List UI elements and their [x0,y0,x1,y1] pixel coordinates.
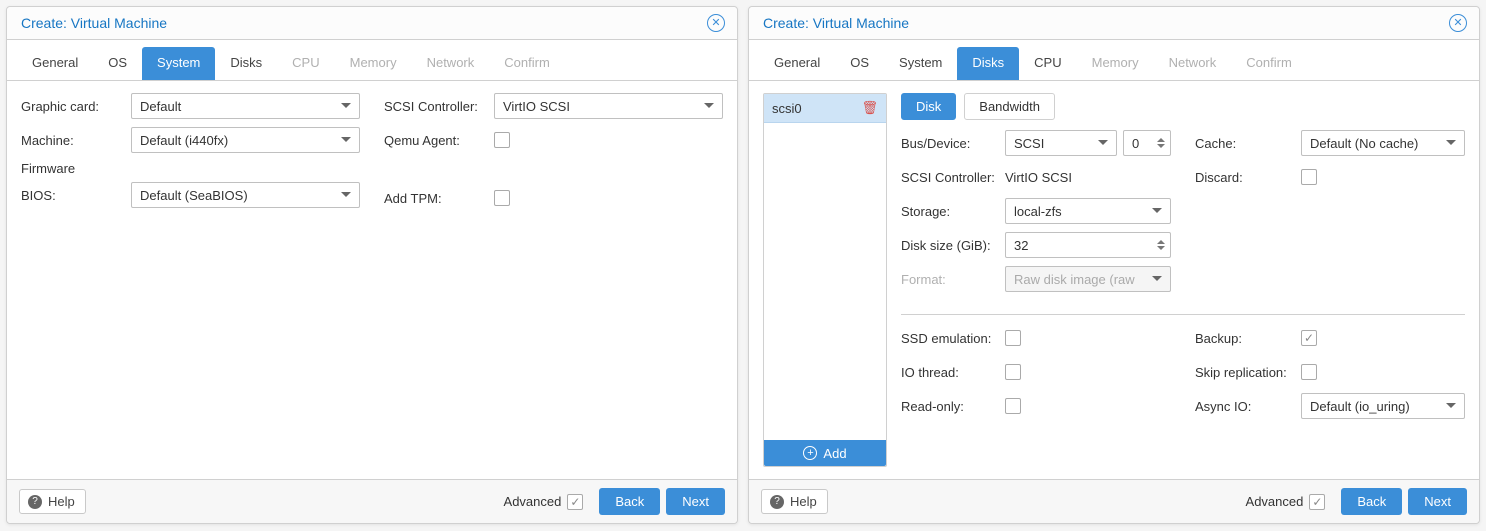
discard-label: Discard: [1195,170,1301,185]
plus-icon: + [803,446,817,460]
titlebar: Create: Virtual Machine ✕ [749,7,1479,40]
vm-create-window-disks: Create: Virtual Machine ✕ General OS Sys… [748,6,1480,524]
read-only-checkbox[interactable] [1005,398,1021,414]
storage-select[interactable]: local-zfs [1005,198,1171,224]
machine-select[interactable]: Default (i440fx) [131,127,360,153]
advanced-toggle[interactable]: Advanced [504,494,584,510]
tab-general[interactable]: General [17,47,93,80]
divider [901,314,1465,315]
subtab-disk[interactable]: Disk [901,93,956,120]
footer: ? Help Advanced Back Next [7,479,737,523]
titlebar: Create: Virtual Machine ✕ [7,7,737,40]
add-tpm-checkbox[interactable] [494,190,510,206]
window-title: Create: Virtual Machine [763,15,909,31]
window-title: Create: Virtual Machine [21,15,167,31]
bios-label: BIOS: [21,188,131,203]
qemu-agent-checkbox[interactable] [494,132,510,148]
disk-size-input[interactable]: 32 [1005,232,1171,258]
graphic-card-select[interactable]: Default [131,93,360,119]
cache-select[interactable]: Default (No cache) [1301,130,1465,156]
vm-create-window-system: Create: Virtual Machine ✕ General OS Sys… [6,6,738,524]
tab-os[interactable]: OS [835,47,884,80]
help-icon: ? [770,495,784,509]
back-button[interactable]: Back [1341,488,1402,515]
advanced-checkbox[interactable] [1309,494,1325,510]
tab-os[interactable]: OS [93,47,142,80]
add-tpm-label: Add TPM: [384,191,494,206]
tab-confirm: Confirm [1231,47,1307,80]
backup-label: Backup: [1195,331,1301,346]
next-button[interactable]: Next [666,488,725,515]
tab-cpu[interactable]: CPU [1019,47,1076,80]
add-disk-button[interactable]: + Add [764,440,886,466]
scsi-controller-value: VirtIO SCSI [1005,170,1072,185]
help-icon: ? [28,495,42,509]
skip-replication-label: Skip replication: [1195,365,1301,380]
disk-size-label: Disk size (GiB): [901,238,1005,253]
async-io-select[interactable]: Default (io_uring) [1301,393,1465,419]
tab-general[interactable]: General [759,47,835,80]
skip-replication-checkbox[interactable] [1301,364,1317,380]
tab-system[interactable]: System [142,47,215,80]
back-button[interactable]: Back [599,488,660,515]
close-icon[interactable]: ✕ [707,14,725,32]
read-only-label: Read-only: [901,399,1005,414]
storage-label: Storage: [901,204,1005,219]
async-io-label: Async IO: [1195,399,1301,414]
bus-select[interactable]: SCSI [1005,130,1117,156]
scsi-controller-label: SCSI Controller: [901,170,1005,185]
advanced-toggle[interactable]: Advanced [1246,494,1326,510]
footer: ? Help Advanced Back Next [749,479,1479,523]
tab-disks[interactable]: Disks [215,47,277,80]
scsi-controller-label: SCSI Controller: [384,99,494,114]
bus-device-label: Bus/Device: [901,136,1005,151]
io-thread-checkbox[interactable] [1005,364,1021,380]
tab-disks[interactable]: Disks [957,47,1019,80]
cache-label: Cache: [1195,136,1301,151]
disk-list-sidebar: scsi0 🗑 + Add [763,93,887,467]
tab-confirm: Confirm [489,47,565,80]
wizard-tabs: General OS System Disks CPU Memory Netwo… [7,40,737,81]
ssd-emulation-checkbox[interactable] [1005,330,1021,346]
tab-network: Network [412,47,490,80]
disk-item-scsi0[interactable]: scsi0 🗑 [764,94,886,123]
tab-memory: Memory [335,47,412,80]
trash-icon[interactable]: 🗑 [861,100,878,116]
qemu-agent-label: Qemu Agent: [384,133,494,148]
discard-checkbox[interactable] [1301,169,1317,185]
ssd-emulation-label: SSD emulation: [901,331,1005,346]
format-label: Format: [901,272,1005,287]
tab-memory: Memory [1077,47,1154,80]
tab-network: Network [1154,47,1232,80]
io-thread-label: IO thread: [901,365,1005,380]
graphic-card-label: Graphic card: [21,99,131,114]
backup-checkbox[interactable] [1301,330,1317,346]
next-button[interactable]: Next [1408,488,1467,515]
subtab-bandwidth[interactable]: Bandwidth [964,93,1055,120]
help-button[interactable]: ? Help [761,489,828,514]
scsi-controller-select[interactable]: VirtIO SCSI [494,93,723,119]
wizard-tabs: General OS System Disks CPU Memory Netwo… [749,40,1479,81]
tab-system[interactable]: System [884,47,957,80]
help-button[interactable]: ? Help [19,489,86,514]
advanced-checkbox[interactable] [567,494,583,510]
firmware-label: Firmware [21,161,360,176]
bios-select[interactable]: Default (SeaBIOS) [131,182,360,208]
machine-label: Machine: [21,133,131,148]
device-number-input[interactable]: 0 [1123,130,1171,156]
format-select: Raw disk image (raw [1005,266,1171,292]
close-icon[interactable]: ✕ [1449,14,1467,32]
system-body: Graphic card: Default Machine: Default (… [7,81,737,479]
tab-cpu: CPU [277,47,334,80]
disks-body: scsi0 🗑 + Add Disk Bandwidth B [749,81,1479,479]
